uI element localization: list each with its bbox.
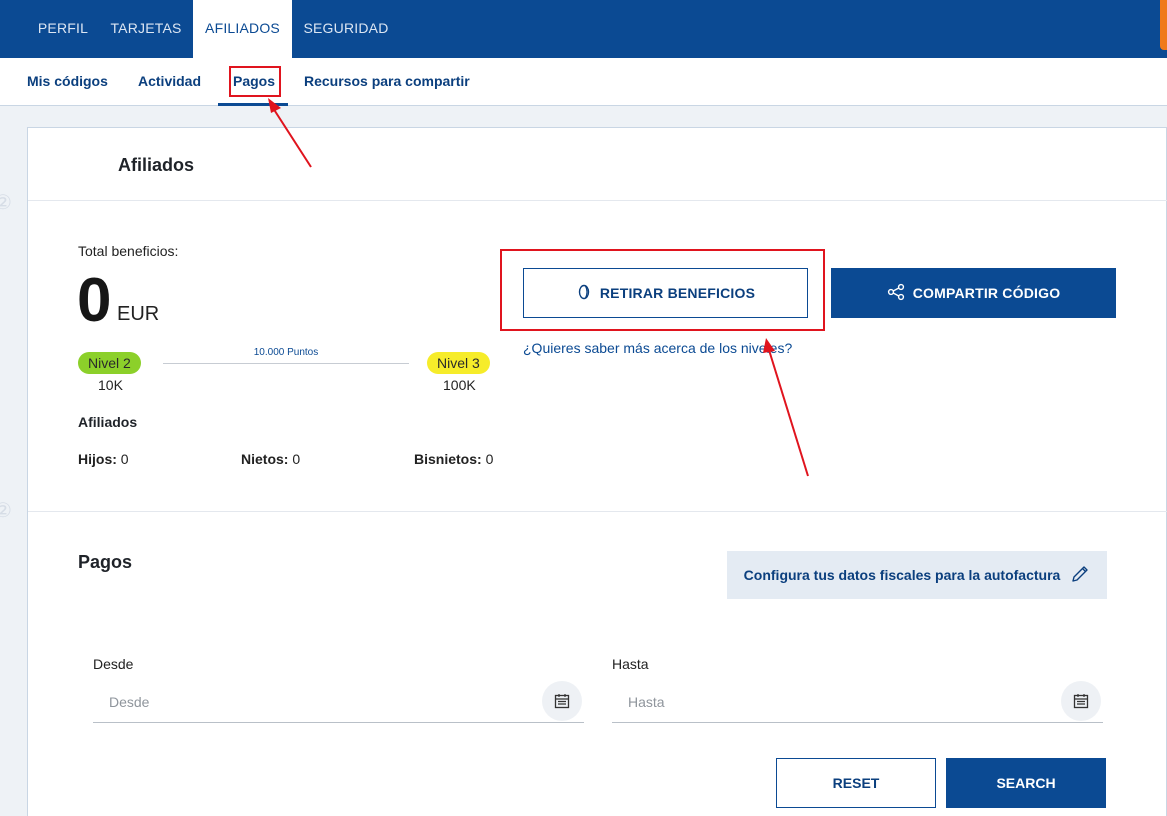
share-code-label: COMPARTIR CÓDIGO bbox=[912, 285, 1061, 301]
reset-button[interactable]: RESET bbox=[776, 758, 936, 808]
sub-navigation: Mis códigos Actividad Pagos Recursos par… bbox=[0, 58, 1167, 106]
background-pattern: ② bbox=[0, 500, 12, 522]
to-label: Hasta bbox=[612, 656, 649, 672]
stat-value: 0 bbox=[120, 451, 129, 467]
stat-label: Nietos: bbox=[241, 451, 289, 467]
tab-afiliados[interactable]: AFILIADOS bbox=[193, 0, 292, 58]
annotation-box-pagos bbox=[229, 66, 281, 97]
from-date-input[interactable] bbox=[93, 683, 533, 721]
calendar-icon[interactable] bbox=[542, 681, 582, 721]
subtab-actividad[interactable]: Actividad bbox=[138, 73, 201, 89]
pencil-icon bbox=[1070, 564, 1090, 587]
divider bbox=[28, 200, 1167, 201]
from-field bbox=[93, 681, 584, 723]
total-unit: EUR bbox=[117, 303, 160, 325]
active-subtab-indicator bbox=[218, 103, 288, 106]
stat-bisnietos: Bisnietos: 0 bbox=[414, 451, 493, 467]
subtab-mis-codigos[interactable]: Mis códigos bbox=[27, 73, 108, 89]
levels-info-link[interactable]: ¿Quieres saber más acerca de los niveles… bbox=[523, 340, 792, 356]
affiliates-card: Afiliados Total beneficios: 0 EUR Nivel … bbox=[27, 127, 1167, 816]
affiliates-subtitle: Afiliados bbox=[78, 414, 138, 430]
top-navigation: PERFIL TARJETAS AFILIADOS SEGURIDAD bbox=[0, 0, 1167, 58]
fiscal-data-button[interactable]: Configura tus datos fiscales para la aut… bbox=[727, 551, 1107, 599]
level-progress-bar bbox=[163, 363, 409, 364]
payments-title: Pagos bbox=[78, 552, 133, 572]
stat-value: 0 bbox=[292, 451, 301, 467]
tab-seguridad[interactable]: SEGURIDAD bbox=[294, 0, 398, 58]
level-next-badge: Nivel 3 bbox=[427, 352, 490, 374]
stat-nietos: Nietos: 0 bbox=[241, 451, 300, 467]
level-next-threshold: 100K bbox=[443, 377, 476, 393]
level-current-threshold: 10K bbox=[98, 377, 123, 393]
notification-tab[interactable] bbox=[1160, 0, 1167, 50]
stat-hijos: Hijos: 0 bbox=[78, 451, 129, 467]
to-date-input[interactable] bbox=[612, 683, 1052, 721]
fiscal-data-label: Configura tus datos fiscales para la aut… bbox=[743, 567, 1061, 583]
calendar-icon[interactable] bbox=[1061, 681, 1101, 721]
level-current-badge: Nivel 2 bbox=[78, 352, 141, 374]
background-pattern: ② bbox=[0, 192, 12, 214]
total-value: 0 bbox=[77, 266, 112, 335]
stat-value: 0 bbox=[485, 451, 494, 467]
tab-tarjetas[interactable]: TARJETAS bbox=[101, 0, 191, 58]
total-label: Total beneficios: bbox=[78, 243, 179, 259]
share-icon bbox=[887, 283, 905, 304]
stat-label: Hijos: bbox=[78, 451, 117, 467]
to-field bbox=[612, 681, 1103, 723]
from-label: Desde bbox=[93, 656, 134, 672]
share-code-button[interactable]: COMPARTIR CÓDIGO bbox=[831, 268, 1116, 318]
card-title: Afiliados bbox=[118, 155, 195, 175]
annotation-box-withdraw bbox=[500, 249, 825, 331]
progress-label: 10.000 Puntos bbox=[253, 347, 319, 358]
tab-perfil[interactable]: PERFIL bbox=[27, 0, 99, 58]
stat-label: Bisnietos: bbox=[414, 451, 482, 467]
subtab-recursos[interactable]: Recursos para compartir bbox=[304, 73, 470, 89]
divider bbox=[28, 511, 1167, 512]
search-button[interactable]: SEARCH bbox=[946, 758, 1106, 808]
